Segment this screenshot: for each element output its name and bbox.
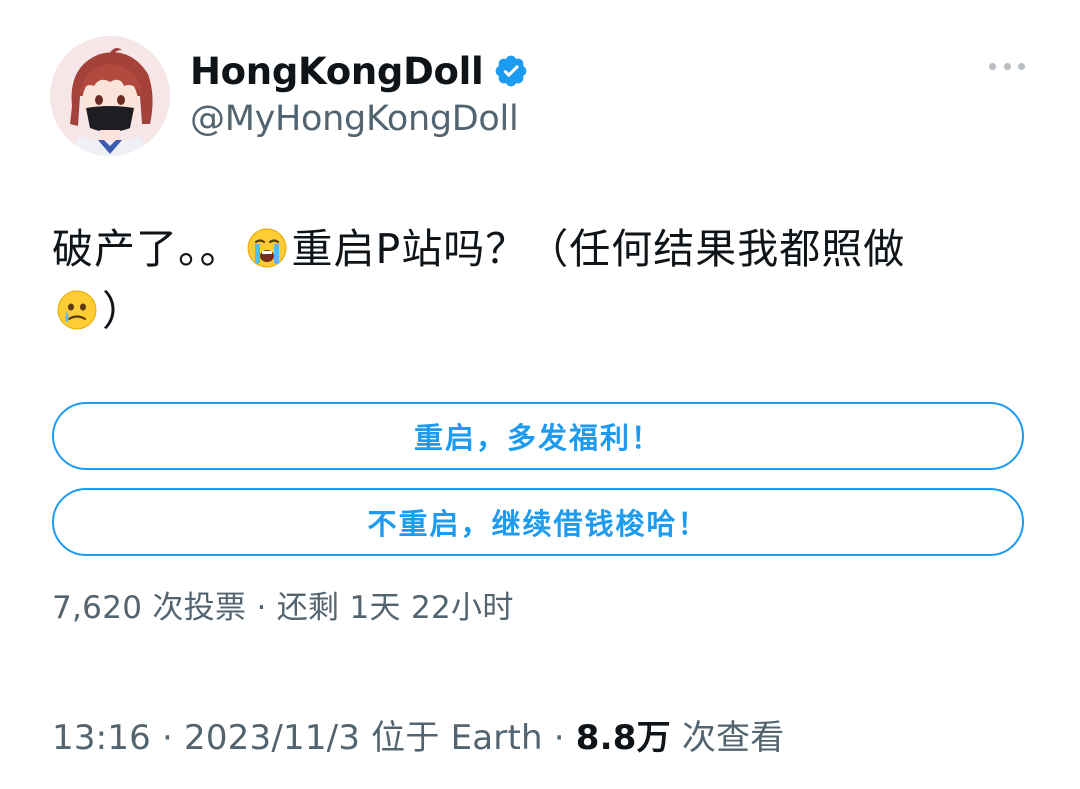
loudly-crying-face-icon	[246, 224, 288, 268]
user-handle[interactable]: @MyHongKongDoll	[190, 99, 519, 139]
tweet-text-part1: 破产了。。	[52, 225, 242, 273]
more-options-icon[interactable]	[989, 56, 1025, 76]
poll-option-label: 重启，多发福利！	[413, 421, 662, 455]
display-name[interactable]: HongKongDoll	[190, 50, 484, 93]
view-count[interactable]: 8.8万	[576, 718, 671, 758]
poll-option-no-restart[interactable]: 不重启，继续借钱梭哈！	[52, 488, 1024, 556]
avatar-image	[50, 36, 170, 156]
separator: ·	[542, 718, 576, 758]
author-name-row: HongKongDoll	[190, 46, 529, 96]
tweet-card: HongKongDoll @MyHongKongDoll 破产了。。 重启P站吗…	[0, 0, 1080, 789]
poll-option-label: 不重启，继续借钱梭哈！	[367, 507, 709, 541]
avatar[interactable]	[50, 36, 170, 156]
poll-option-restart[interactable]: 重启，多发福利！	[52, 402, 1024, 470]
view-count-suffix: 次查看	[670, 718, 785, 758]
tweet-time[interactable]: 13:16	[52, 718, 151, 758]
verified-badge-icon	[493, 53, 529, 89]
tweet-footer: 13:16 · 2023/11/3 位于 Earth · 8.8万 次查看	[52, 710, 784, 759]
separator: ·	[150, 718, 185, 758]
dot	[989, 62, 996, 70]
dot	[1018, 62, 1025, 70]
poll-meta: 7,620 次投票 · 还剩 1天 22小时	[52, 590, 514, 626]
tweet-text-part2: 重启P站吗？（任何结果我都照做	[291, 225, 906, 273]
tweet-text-part3: ）	[102, 287, 144, 335]
tweet-location: 位于 Earth	[360, 718, 543, 758]
tweet-body: 破产了。。 重启P站吗？（任何结果我都照做 ）	[52, 218, 1042, 342]
face-holding-back-tears-icon	[56, 286, 98, 330]
tweet-date[interactable]: 2023/11/3	[184, 718, 360, 758]
dot	[1003, 62, 1011, 70]
